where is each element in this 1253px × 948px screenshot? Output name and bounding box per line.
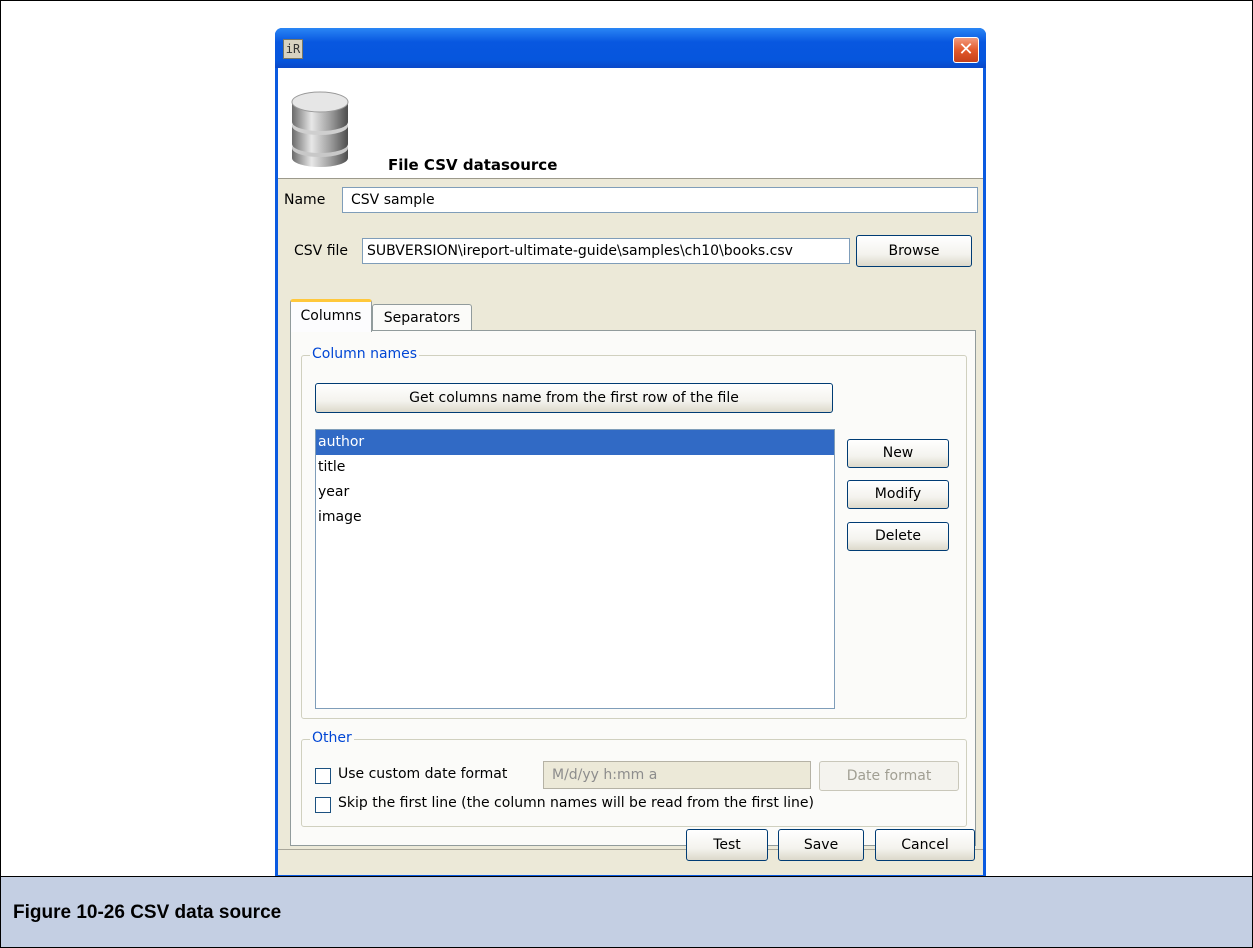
- delete-button[interactable]: Delete: [847, 522, 949, 551]
- dialog-title: File CSV datasource: [388, 156, 558, 174]
- column-names-legend: Column names: [310, 346, 420, 362]
- tab-separators[interactable]: Separators: [372, 304, 472, 330]
- list-item[interactable]: title: [316, 455, 834, 480]
- tab-columns[interactable]: Columns: [290, 299, 372, 332]
- app-icon: iR: [283, 39, 303, 59]
- dialog-header: File CSV datasource: [278, 68, 983, 179]
- save-button[interactable]: Save: [778, 829, 864, 861]
- test-button[interactable]: Test: [686, 829, 768, 861]
- date-format-input[interactable]: M/d/yy h:mm a: [543, 761, 811, 789]
- list-item[interactable]: year: [316, 480, 834, 505]
- figure-caption: Figure 10-26 CSV data source: [13, 902, 282, 923]
- list-item[interactable]: image: [316, 505, 834, 530]
- new-button[interactable]: New: [847, 439, 949, 468]
- date-format-button[interactable]: Date format: [819, 761, 959, 791]
- skip-first-line-label: Skip the first line (the column names wi…: [338, 795, 814, 811]
- modify-button[interactable]: Modify: [847, 480, 949, 509]
- dialog-content: File CSV datasource Name CSV sample CSV …: [278, 68, 983, 875]
- close-button[interactable]: ✕: [953, 37, 979, 63]
- skip-first-line-checkbox[interactable]: [315, 797, 331, 813]
- csv-file-input[interactable]: SUBVERSION\ireport-ultimate-guide\sample…: [362, 238, 850, 264]
- column-names-group: Column names Get columns name from the f…: [301, 346, 967, 719]
- custom-date-checkbox[interactable]: [315, 768, 331, 784]
- figure-caption-bar: Figure 10-26 CSV data source: [1, 876, 1252, 947]
- column-list[interactable]: author title year image: [315, 429, 835, 709]
- name-label: Name: [284, 192, 326, 208]
- browse-button[interactable]: Browse: [856, 235, 972, 267]
- csv-file-label: CSV file: [294, 243, 349, 259]
- title-bar[interactable]: iR ✕: [275, 28, 986, 68]
- list-item[interactable]: author: [316, 430, 834, 455]
- custom-date-label: Use custom date format: [338, 766, 508, 782]
- other-group: Other Use custom date format M/d/yy h:mm…: [301, 730, 967, 827]
- dialog-window: iR ✕ File CSV datasource Name CSV sample…: [275, 28, 986, 878]
- get-columns-button[interactable]: Get columns name from the first row of t…: [315, 383, 833, 413]
- database-icon: [291, 91, 349, 167]
- other-legend: Other: [310, 730, 354, 746]
- name-input[interactable]: CSV sample: [342, 187, 978, 213]
- columns-tab-panel: Column names Get columns name from the f…: [290, 330, 976, 846]
- cancel-button[interactable]: Cancel: [875, 829, 975, 861]
